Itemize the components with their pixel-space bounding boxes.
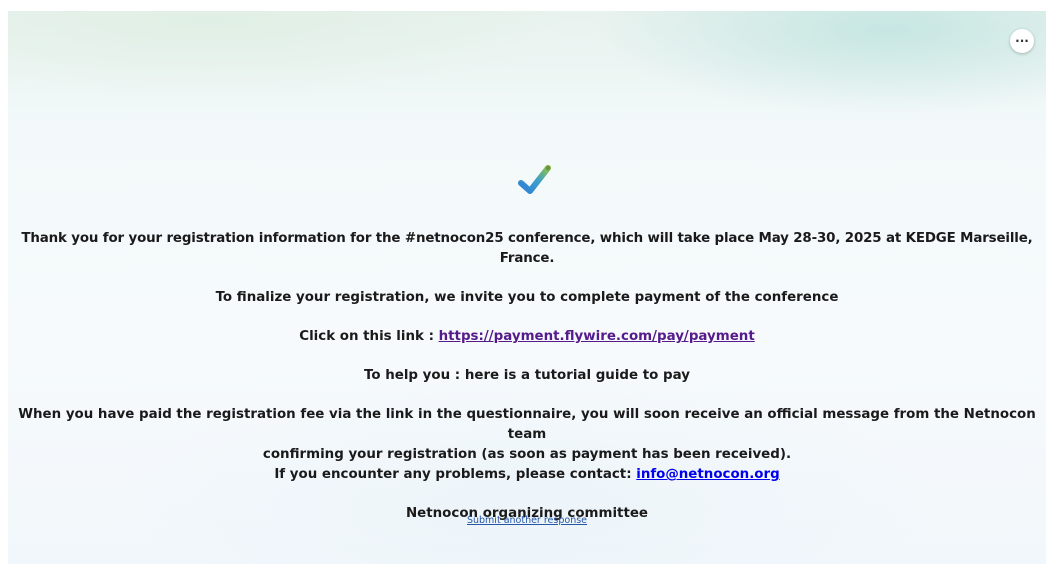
payment-link-line: Click on this link : https://payment.fly… — [8, 327, 1046, 347]
paid-text-line1: When you have paid the registration fee … — [18, 407, 1036, 442]
payment-link[interactable]: https://payment.flywire.com/pay/payment — [439, 329, 755, 344]
submit-another-response-link[interactable]: Submit another response — [467, 515, 587, 526]
contact-line: If you encounter any problems, please co… — [8, 465, 1046, 485]
more-options-button[interactable]: ··· — [1010, 29, 1034, 53]
finalize-text: To finalize your registration, we invite… — [215, 290, 839, 305]
checkmark-icon — [518, 165, 551, 194]
contact-email-link[interactable]: info@netnocon.org — [636, 467, 779, 482]
click-prefix: Click on this link : — [299, 329, 439, 344]
tutorial-text: To help you : here is a tutorial guide t… — [364, 368, 690, 383]
contact-prefix: If you encounter any problems, please co… — [274, 467, 637, 482]
submit-another-container: Submit another response — [8, 515, 1046, 526]
form-confirmation-page: ··· Thank you for your registration info… — [8, 11, 1046, 564]
paid-text-line2: confirming your registration (as soon as… — [262, 447, 792, 462]
confirmation-message: Thank you for your registration informat… — [8, 229, 1046, 524]
thanks-text: Thank you for your registration informat… — [21, 231, 1033, 266]
ellipsis-icon: ··· — [1015, 34, 1029, 48]
